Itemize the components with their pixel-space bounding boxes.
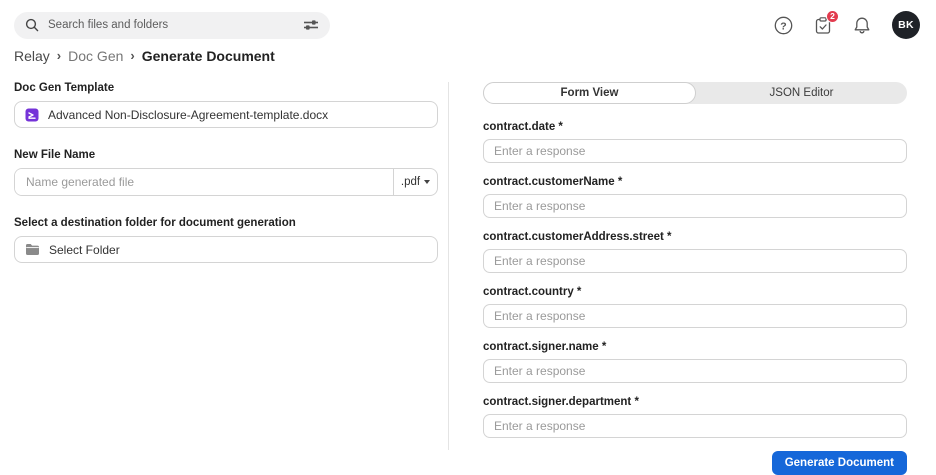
template-label: Doc Gen Template [14,82,438,94]
folder-select-box[interactable]: Select Folder [14,236,438,263]
breadcrumb-doc-gen[interactable]: Doc Gen [68,48,123,64]
form-field: contract.customerName * [483,176,921,218]
search-icon [25,18,39,32]
field-label-contract-country: contract.country * [483,286,921,298]
notifications-button[interactable] [853,16,871,35]
right-panel: Form View JSON Editor contract.date * co… [449,80,936,462]
help-button[interactable]: ? [774,16,793,35]
form-field: contract.signer.department * [483,396,921,438]
extension-select[interactable]: .pdf [393,169,437,195]
field-label-contract-date: contract.date * [483,121,921,133]
tasks-button[interactable]: 2 [814,16,832,35]
tab-json-editor[interactable]: JSON Editor [696,82,907,104]
page: ? 2 BK Relay › Doc Gen › Generate Docume… [0,0,936,460]
filename-label: New File Name [14,149,438,161]
input-contract-signer-name[interactable] [483,359,907,383]
chevron-right-icon: › [130,48,134,63]
form-field: contract.date * [483,121,921,163]
field-label-contract-customeraddress-street: contract.customerAddress.street * [483,231,921,243]
bell-icon [853,16,871,35]
field-label-contract-customername: contract.customerName * [483,176,921,188]
filename-input[interactable] [15,169,393,195]
input-contract-customeraddress-street[interactable] [483,249,907,273]
search-bar[interactable] [14,12,330,39]
main-content: Doc Gen Template Advanced Non-Disclosure… [0,80,936,462]
search-filters-icon[interactable] [303,18,319,32]
folder-icon [25,243,40,256]
svg-text:?: ? [780,20,786,32]
form-field: contract.country * [483,286,921,328]
breadcrumb: Relay › Doc Gen › Generate Document [0,40,936,64]
docx-file-icon [25,108,39,122]
input-contract-date[interactable] [483,139,907,163]
breadcrumb-generate-document: Generate Document [142,48,275,64]
tab-form-view[interactable]: Form View [483,82,696,104]
extension-value: .pdf [401,176,420,188]
folder-label: Select a destination folder for document… [14,217,438,229]
input-contract-signer-department[interactable] [483,414,907,438]
avatar[interactable]: BK [892,11,920,39]
template-file-box[interactable]: Advanced Non-Disclosure-Agreement-templa… [14,101,438,128]
button-row: Generate Document [483,451,907,475]
folder-select-text: Select Folder [49,243,120,257]
template-group: Doc Gen Template Advanced Non-Disclosure… [14,82,438,128]
help-icon: ? [774,16,793,35]
topbar: ? 2 BK [0,0,936,40]
form-field: contract.signer.name * [483,341,921,383]
topbar-actions: ? 2 BK [774,11,920,39]
form-field: contract.customerAddress.street * [483,231,921,273]
folder-group: Select a destination folder for document… [14,217,438,263]
filename-input-wrap: .pdf [14,168,438,196]
template-file-name: Advanced Non-Disclosure-Agreement-templa… [48,108,328,122]
input-contract-customername[interactable] [483,194,907,218]
field-label-contract-signer-department: contract.signer.department * [483,396,921,408]
generate-document-button[interactable]: Generate Document [772,451,907,475]
input-contract-country[interactable] [483,304,907,328]
field-label-contract-signer-name: contract.signer.name * [483,341,921,353]
caret-down-icon [424,180,430,184]
chevron-right-icon: › [57,48,61,63]
filename-group: New File Name .pdf [14,149,438,196]
search-input[interactable] [48,19,294,31]
tasks-badge: 2 [826,10,839,23]
left-panel: Doc Gen Template Advanced Non-Disclosure… [0,80,448,462]
view-toggle: Form View JSON Editor [483,82,907,104]
breadcrumb-relay[interactable]: Relay [14,48,50,64]
